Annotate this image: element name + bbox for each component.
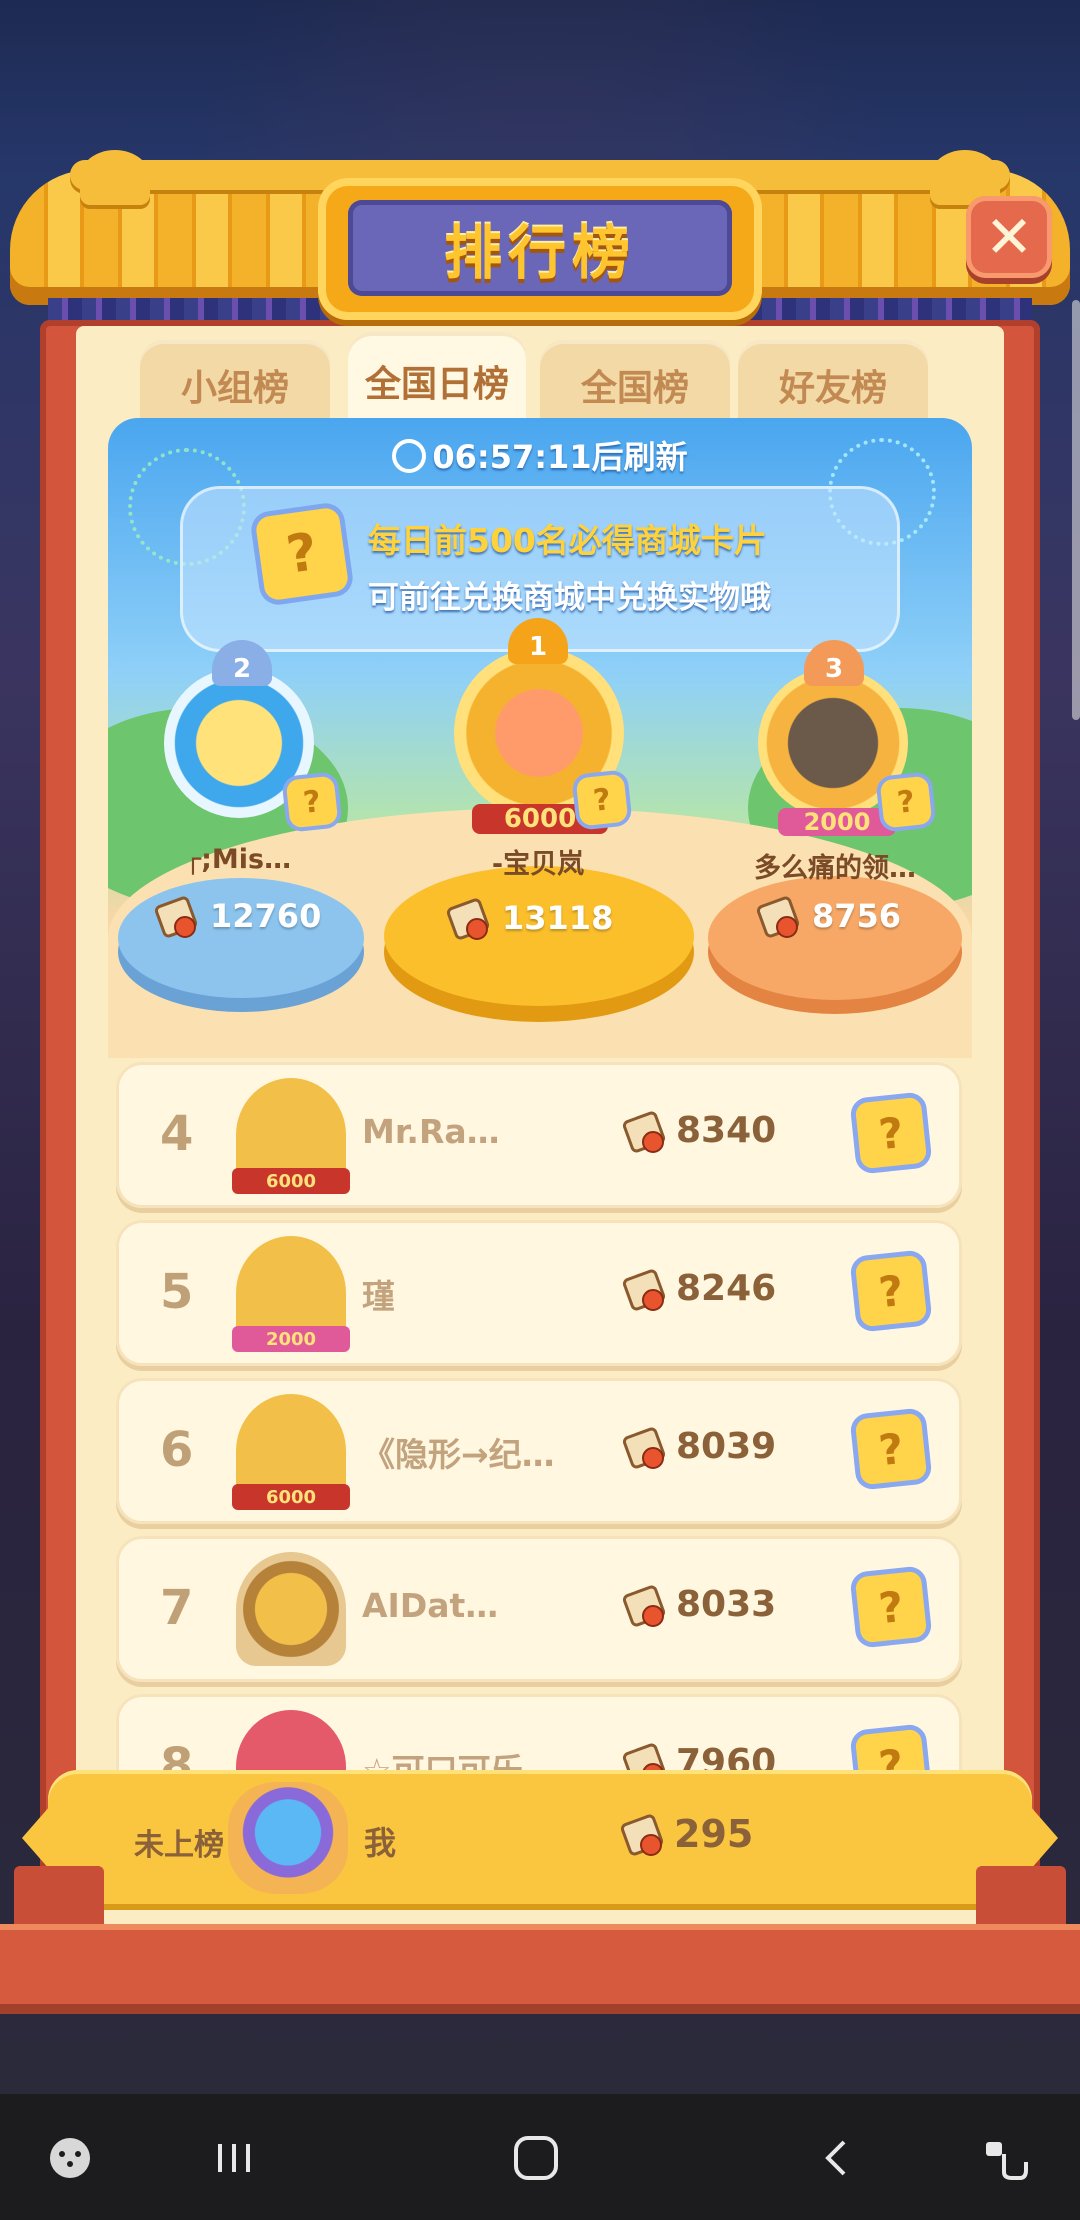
paint-coin-icon bbox=[621, 1583, 667, 1628]
tab-bar: 小组榜 全国日榜 全国榜 好友榜 bbox=[140, 332, 940, 430]
avatar[interactable]: 6000 bbox=[232, 1394, 350, 1510]
list-item[interactable]: 7 AIDat… 8033 ? bbox=[116, 1536, 962, 1682]
top-three-area: 06:57:11后刷新 ? 每日前500名必得商城卡片 可前往兑换商城中兑换实物… bbox=[108, 418, 972, 1058]
question-card-icon[interactable]: ? bbox=[575, 773, 629, 827]
list-item[interactable]: 5 2000 瑾 8246 ? bbox=[116, 1220, 962, 1366]
my-rank: 未上榜 bbox=[134, 1828, 224, 1863]
touch-lock-button[interactable] bbox=[976, 2132, 1036, 2184]
refresh-text: 06:57:11后刷新 bbox=[432, 438, 688, 476]
player-name: 《隐形→纪… bbox=[362, 1435, 555, 1474]
badge: 6000 bbox=[232, 1484, 350, 1510]
home-button[interactable] bbox=[506, 2132, 566, 2184]
paint-coin-icon bbox=[621, 1267, 667, 1312]
question-card-icon[interactable]: ? bbox=[879, 775, 933, 829]
gamepad-icon bbox=[50, 2138, 90, 2178]
paint-coin-icon bbox=[621, 1109, 667, 1154]
podium-name-third: 多么痛的领… bbox=[754, 853, 916, 884]
rank-number: 6 bbox=[160, 1422, 194, 1478]
player-name: 瑾 bbox=[362, 1277, 395, 1316]
paint-coin-icon bbox=[619, 1812, 665, 1858]
score: 8033 bbox=[621, 1583, 777, 1628]
score: 8246 bbox=[621, 1267, 777, 1312]
recent-apps-button[interactable] bbox=[204, 2132, 264, 2184]
game-tools-button[interactable] bbox=[40, 2132, 100, 2184]
badge: 6000 bbox=[232, 1168, 350, 1194]
badge: 2000 bbox=[232, 1326, 350, 1352]
title-inner: 排行榜 bbox=[348, 200, 732, 296]
paint-coin-icon bbox=[755, 894, 801, 940]
ranking-list[interactable]: 4 6000 Mr.Ra… 8340 ? 5 2000 瑾 8246 ? 6 6… bbox=[116, 1062, 962, 1782]
recent-apps-icon bbox=[218, 2144, 250, 2172]
score-value: 12760 bbox=[210, 897, 322, 935]
my-name: 我 bbox=[364, 1824, 397, 1862]
player-name: Mr.Ra… bbox=[362, 1112, 500, 1151]
avatar[interactable]: 6000 bbox=[232, 1078, 350, 1194]
my-score: 295 bbox=[619, 1812, 754, 1858]
question-card-icon[interactable]: ? bbox=[854, 1254, 928, 1328]
refresh-timer: 06:57:11后刷新 bbox=[108, 432, 972, 478]
tab-friends[interactable]: 好友榜 bbox=[738, 340, 928, 430]
score-value: 8039 bbox=[676, 1426, 777, 1467]
score: 8340 bbox=[621, 1109, 777, 1154]
touch-lock-icon bbox=[986, 2142, 1028, 2180]
podium-third bbox=[708, 876, 962, 1000]
question-card-icon: ? bbox=[254, 506, 350, 602]
frame-base bbox=[0, 1924, 1080, 2004]
score-value: 295 bbox=[674, 1812, 754, 1856]
close-button[interactable]: ✕ bbox=[966, 196, 1052, 278]
tab-group[interactable]: 小组榜 bbox=[140, 340, 330, 430]
tab-national[interactable]: 全国榜 bbox=[540, 340, 730, 430]
paint-coin-icon bbox=[153, 894, 199, 940]
close-icon: ✕ bbox=[984, 203, 1034, 271]
roof-ornament-left bbox=[80, 150, 150, 205]
tab-label: 全国榜 bbox=[580, 368, 689, 409]
scrollbar[interactable] bbox=[1072, 300, 1080, 720]
list-item[interactable]: 8 ☆可口可乐 7960 ? bbox=[116, 1694, 962, 1782]
avatar[interactable] bbox=[236, 1552, 346, 1666]
podium-name-first: -宝贝岚 bbox=[491, 849, 585, 880]
score-value: 8756 bbox=[812, 897, 902, 935]
score-value: 8340 bbox=[676, 1110, 777, 1151]
back-button[interactable] bbox=[808, 2132, 868, 2184]
question-card-icon[interactable]: ? bbox=[854, 1096, 928, 1170]
question-card-icon[interactable]: ? bbox=[854, 1412, 928, 1486]
back-icon bbox=[825, 2140, 846, 2176]
player-name: AIDat… bbox=[362, 1586, 499, 1625]
tab-label: 好友榜 bbox=[778, 368, 887, 409]
podium-score-first: 13118 bbox=[445, 896, 614, 942]
rank-number: 7 bbox=[160, 1580, 194, 1636]
home-icon bbox=[514, 2136, 558, 2180]
score-value: 13118 bbox=[502, 899, 614, 937]
avatar[interactable]: 2000 bbox=[232, 1236, 350, 1352]
rank-number: 4 bbox=[160, 1106, 194, 1162]
my-avatar[interactable] bbox=[228, 1782, 348, 1894]
tab-label: 全国日榜 bbox=[364, 364, 509, 405]
list-item[interactable]: 4 6000 Mr.Ra… 8340 ? bbox=[116, 1062, 962, 1208]
badge-2000: 2000 bbox=[778, 808, 896, 836]
podium-score-second: 12760 bbox=[153, 894, 322, 940]
banner-subline: 可前往兑换商城中兑换实物哦 bbox=[368, 580, 771, 616]
title-plaque: 排行榜 bbox=[318, 178, 762, 320]
navigation-bar bbox=[0, 2094, 1080, 2220]
paint-coin-icon bbox=[621, 1425, 667, 1470]
clock-icon bbox=[392, 439, 427, 473]
page-title: 排行榜 bbox=[443, 219, 636, 287]
tab-label: 小组榜 bbox=[180, 368, 289, 409]
banner-headline: 每日前500名必得商城卡片 bbox=[368, 521, 767, 560]
list-item[interactable]: 6 6000 《隐形→纪… 8039 ? bbox=[116, 1378, 962, 1524]
podium-score-third: 8756 bbox=[755, 894, 902, 940]
score-value: 8033 bbox=[676, 1584, 777, 1625]
score-value: 8246 bbox=[676, 1268, 777, 1309]
paint-coin-icon bbox=[445, 896, 491, 942]
question-card-icon[interactable]: ? bbox=[285, 775, 339, 829]
podium-name-second: ┌;Mis… bbox=[184, 844, 292, 875]
question-card-icon[interactable]: ? bbox=[854, 1570, 928, 1644]
score: 8039 bbox=[621, 1425, 777, 1470]
rank-number: 5 bbox=[160, 1264, 194, 1320]
my-rank-bar[interactable]: 未上榜 我 295 bbox=[22, 1770, 1058, 1904]
tab-national-daily[interactable]: 全国日榜 bbox=[348, 332, 526, 430]
